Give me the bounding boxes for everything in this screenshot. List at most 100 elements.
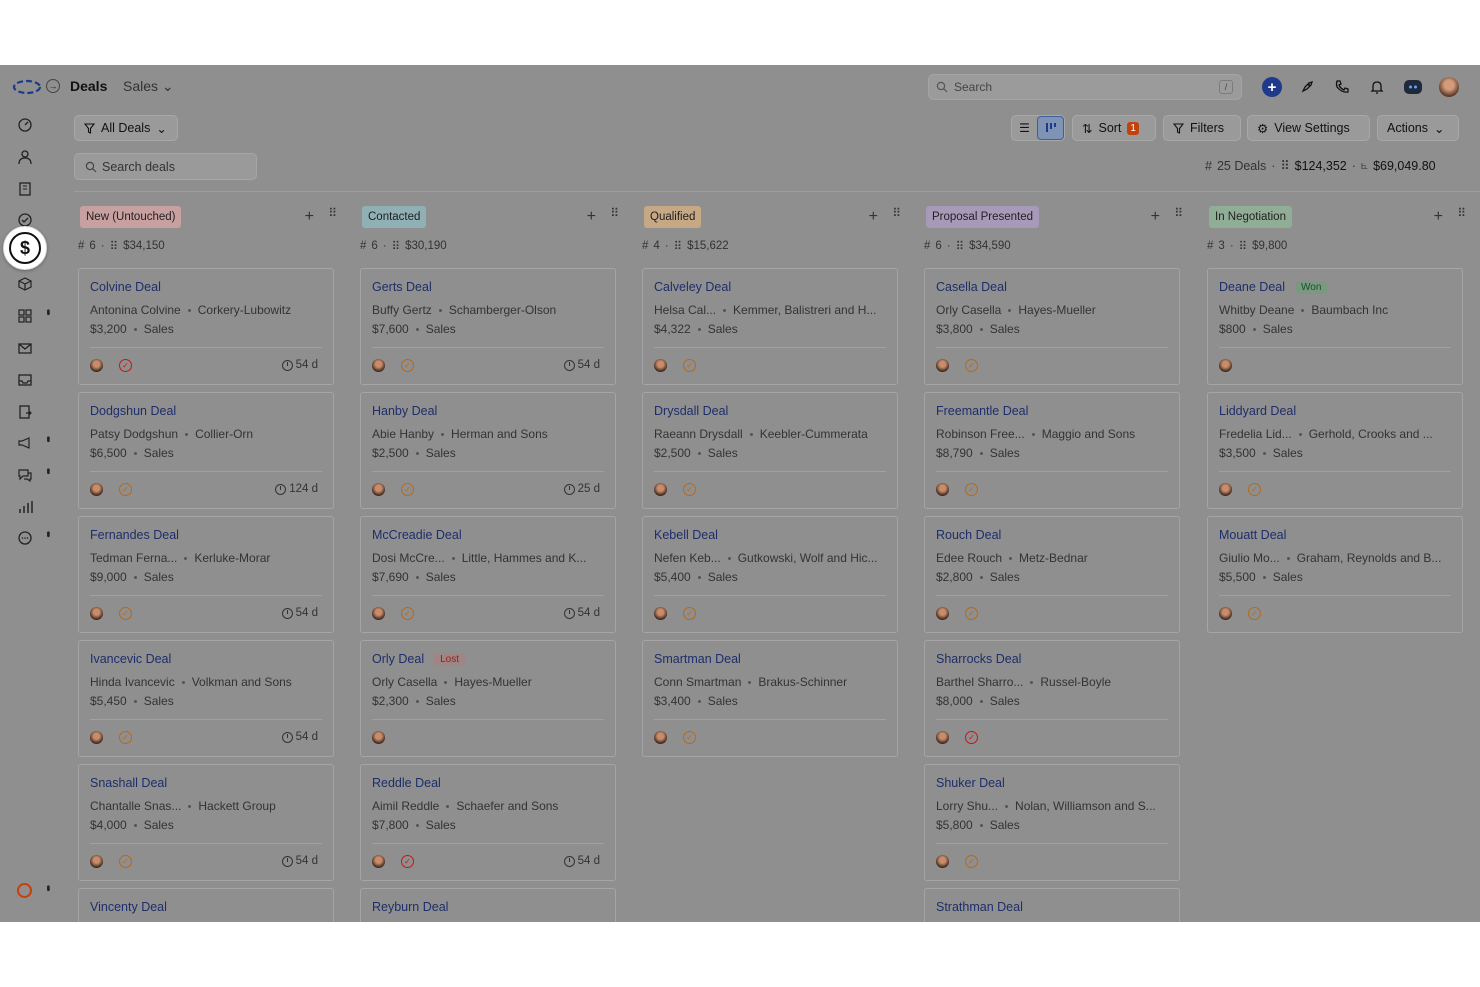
- all-deals-filter[interactable]: All Deals ⌄: [74, 115, 178, 141]
- sort-button[interactable]: ⇅ Sort 1: [1072, 115, 1156, 141]
- deal-title[interactable]: Drysdall Deal: [654, 404, 728, 418]
- task-check-icon[interactable]: ✓: [401, 483, 414, 496]
- deal-title[interactable]: Calveley Deal: [654, 280, 731, 294]
- deal-title[interactable]: Ivancevic Deal: [90, 652, 171, 666]
- add-deal-icon[interactable]: +: [1434, 208, 1443, 226]
- deal-title[interactable]: Orly Deal: [372, 652, 424, 666]
- task-check-icon[interactable]: ✓: [401, 855, 414, 868]
- drag-handle-icon[interactable]: ⠿: [892, 206, 901, 220]
- task-check-icon[interactable]: ✓: [683, 607, 696, 620]
- companies-icon[interactable]: [16, 180, 34, 198]
- add-deal-icon[interactable]: +: [869, 208, 878, 226]
- stage-badge[interactable]: In Negotiation: [1209, 206, 1292, 228]
- task-check-icon[interactable]: ✓: [965, 359, 978, 372]
- owner-avatar[interactable]: [90, 855, 103, 868]
- add-deal-icon[interactable]: +: [305, 208, 314, 226]
- deal-card[interactable]: Orly Deal Lost Orly Casella Hayes-Mueller $2…: [360, 640, 616, 757]
- task-check-icon[interactable]: ✓: [119, 483, 132, 496]
- deal-contact[interactable]: Tedman Ferna...: [90, 551, 177, 565]
- deal-company[interactable]: Baumbach Inc: [1311, 303, 1388, 317]
- rocket-icon[interactable]: [1297, 77, 1317, 97]
- deal-title[interactable]: Freemantle Deal: [936, 404, 1028, 418]
- dashboard-icon[interactable]: [16, 116, 34, 134]
- deal-company[interactable]: Kemmer, Balistreri and H...: [733, 303, 876, 317]
- deal-company[interactable]: Nolan, Williamson and S...: [1015, 799, 1156, 813]
- deal-company[interactable]: Hackett Group: [198, 799, 275, 813]
- add-deal-icon[interactable]: +: [1151, 208, 1160, 226]
- task-check-icon[interactable]: ✓: [1248, 607, 1261, 620]
- deal-title[interactable]: Rouch Deal: [936, 528, 1001, 542]
- deal-company[interactable]: Brakus-Schinner: [758, 675, 847, 689]
- deal-company[interactable]: Maggio and Sons: [1042, 427, 1135, 441]
- deal-company[interactable]: Gerhold, Crooks and ...: [1309, 427, 1433, 441]
- deal-contact[interactable]: Edee Rouch: [936, 551, 1002, 565]
- deal-card[interactable]: Snashall Deal Chantalle Snas... Hackett Gr…: [78, 764, 334, 881]
- stage-badge[interactable]: New (Untouched): [80, 206, 182, 228]
- campaigns-icon[interactable]: [16, 434, 34, 452]
- phone-icon[interactable]: [1332, 77, 1352, 97]
- deal-title[interactable]: Reyburn Deal: [372, 900, 448, 914]
- deal-title[interactable]: Snashall Deal: [90, 776, 167, 790]
- reports-icon[interactable]: [16, 498, 34, 516]
- help-icon[interactable]: [17, 883, 32, 898]
- deal-company[interactable]: Herman and Sons: [451, 427, 548, 441]
- task-check-icon[interactable]: ✓: [683, 483, 696, 496]
- deal-card[interactable]: Dodgshun Deal Patsy Dodgshun Collier-Orn $6…: [78, 392, 334, 509]
- board-view-icon[interactable]: [1037, 116, 1064, 140]
- task-check-icon[interactable]: ✓: [965, 483, 978, 496]
- pipeline-selector[interactable]: Sales ⌄: [123, 78, 174, 95]
- deal-company[interactable]: Metz-Bednar: [1019, 551, 1088, 565]
- owner-avatar[interactable]: [936, 483, 949, 496]
- deal-title[interactable]: Fernandes Deal: [90, 528, 179, 542]
- deal-company[interactable]: Schaefer and Sons: [456, 799, 558, 813]
- deal-title[interactable]: Vincenty Deal: [90, 900, 167, 914]
- deal-title[interactable]: Liddyard Deal: [1219, 404, 1296, 418]
- deal-card[interactable]: Sharrocks Deal Barthel Sharro... Russel-Bo…: [924, 640, 1180, 757]
- deal-company[interactable]: Corkery-Lubowitz: [198, 303, 291, 317]
- owner-avatar[interactable]: [90, 359, 103, 372]
- stage-badge[interactable]: Qualified: [644, 206, 702, 228]
- owner-avatar[interactable]: [372, 607, 385, 620]
- owner-avatar[interactable]: [936, 607, 949, 620]
- task-check-icon[interactable]: ✓: [119, 855, 132, 868]
- deal-contact[interactable]: Hinda Ivancevic: [90, 675, 175, 689]
- deal-contact[interactable]: Orly Casella: [936, 303, 1001, 317]
- owner-avatar[interactable]: [90, 483, 103, 496]
- chat-icon[interactable]: [16, 466, 34, 484]
- deal-contact[interactable]: Abie Hanby: [372, 427, 434, 441]
- deal-contact[interactable]: Orly Casella: [372, 675, 437, 689]
- apps-icon[interactable]: [16, 307, 34, 325]
- deals-icon[interactable]: $: [3, 226, 47, 270]
- bell-icon[interactable]: [1367, 77, 1387, 97]
- deal-contact[interactable]: Conn Smartman: [654, 675, 741, 689]
- deal-contact[interactable]: Fredelia Lid...: [1219, 427, 1292, 441]
- deal-title[interactable]: Hanby Deal: [372, 404, 437, 418]
- deal-card[interactable]: Vincenty Deal: [78, 888, 334, 922]
- owner-avatar[interactable]: [936, 731, 949, 744]
- owner-avatar[interactable]: [936, 855, 949, 868]
- owner-avatar[interactable]: [372, 855, 385, 868]
- deal-company[interactable]: Hayes-Mueller: [454, 675, 531, 689]
- owner-avatar[interactable]: [654, 483, 667, 496]
- deal-card[interactable]: Fernandes Deal Tedman Ferna... Kerluke-Mor…: [78, 516, 334, 633]
- drag-handle-icon[interactable]: ⠿: [1457, 206, 1466, 220]
- global-search-input[interactable]: Search /: [928, 74, 1242, 100]
- deal-title[interactable]: Strathman Deal: [936, 900, 1023, 914]
- deal-title[interactable]: Shuker Deal: [936, 776, 1005, 790]
- task-check-icon[interactable]: ✓: [401, 607, 414, 620]
- stage-badge[interactable]: Proposal Presented: [926, 206, 1040, 228]
- deal-card[interactable]: Casella Deal Orly Casella Hayes-Mueller $3,…: [924, 268, 1180, 385]
- deal-title[interactable]: Deane Deal: [1219, 280, 1285, 294]
- deal-card[interactable]: Deane Deal Won Whitby Deane Baumbach Inc $80…: [1207, 268, 1463, 385]
- deal-title[interactable]: Gerts Deal: [372, 280, 432, 294]
- deal-company[interactable]: Russel-Boyle: [1040, 675, 1111, 689]
- app-logo-icon[interactable]: [12, 79, 42, 95]
- deal-card[interactable]: Kebell Deal Nefen Keb... Gutkowski, Wolf a…: [642, 516, 898, 633]
- deal-company[interactable]: Volkman and Sons: [192, 675, 292, 689]
- deal-company[interactable]: Kerluke-Morar: [194, 551, 270, 565]
- owner-avatar[interactable]: [372, 483, 385, 496]
- deal-contact[interactable]: Barthel Sharro...: [936, 675, 1023, 689]
- deal-contact[interactable]: Nefen Keb...: [654, 551, 721, 565]
- owner-avatar[interactable]: [654, 359, 667, 372]
- deal-contact[interactable]: Robinson Free...: [936, 427, 1025, 441]
